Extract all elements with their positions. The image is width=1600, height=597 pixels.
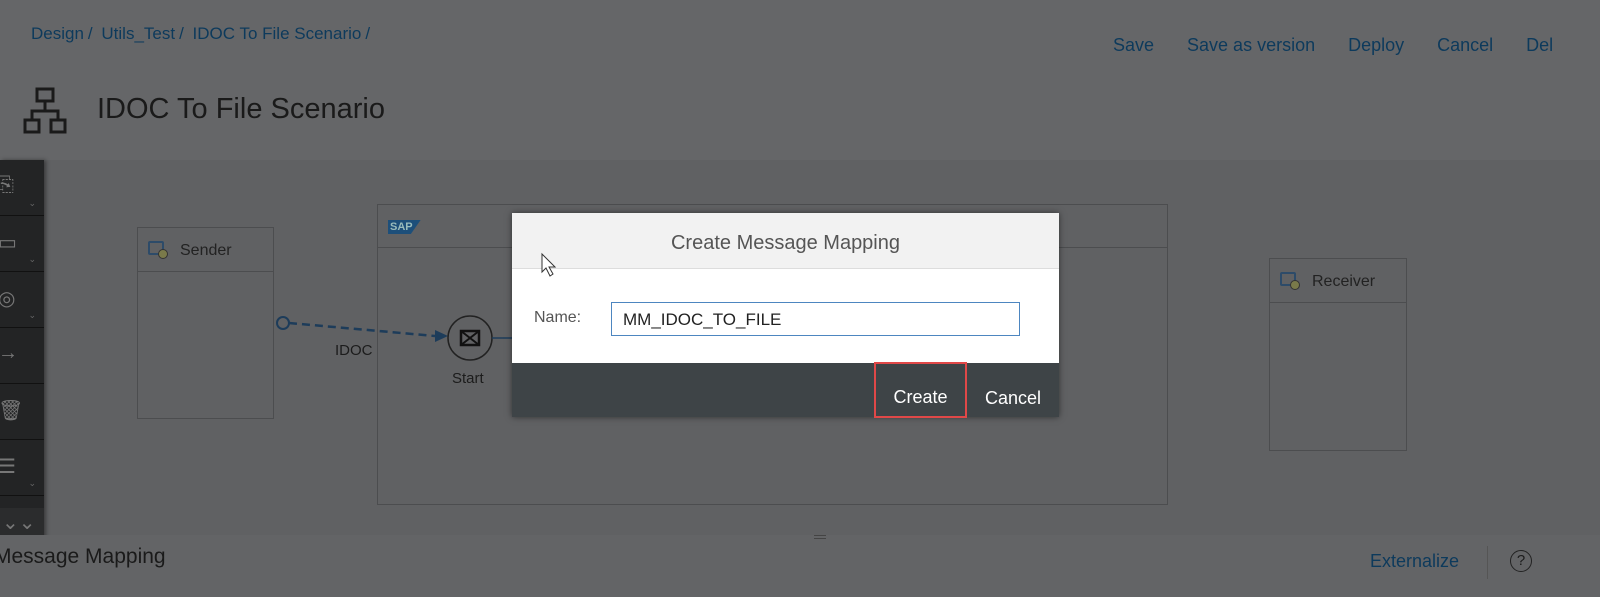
dialog-title: Create Message Mapping — [512, 213, 1059, 269]
participant-add-icon: ⎘ — [0, 174, 14, 196]
page-title: IDOC To File Scenario — [97, 93, 385, 125]
dialog-footer: Create Cancel — [512, 362, 1059, 418]
palette-participants[interactable]: ⎘ ⌄ — [0, 160, 44, 216]
help-icon[interactable]: ? — [1510, 550, 1532, 572]
menu-icon: ☰ — [0, 456, 16, 478]
name-label: Name: — [534, 309, 582, 326]
sap-logo: SAP — [388, 220, 421, 234]
properties-panel: Message Mapping Externalize ? — [0, 535, 1600, 597]
breadcrumb: Design / Utils_Test / IDOC To File Scenari… — [31, 24, 371, 43]
double-chevron-down-icon: ⌄⌄ — [2, 512, 36, 534]
divider — [1487, 546, 1488, 579]
cancel-button[interactable]: Cancel — [1437, 35, 1493, 56]
name-input[interactable]: MM_IDOC_TO_FILE — [611, 302, 1020, 336]
chevron-down-icon: ⌄ — [28, 478, 36, 488]
externalize-button[interactable]: Externalize — [1370, 551, 1459, 572]
integration-flow-icon — [23, 87, 67, 134]
trash-icon: 🗑 — [0, 400, 24, 422]
palette-connector[interactable]: → — [0, 328, 44, 384]
save-as-version-button[interactable]: Save as version — [1187, 35, 1315, 56]
palette-events[interactable]: ◎ ⌄ — [0, 272, 44, 328]
sender-label: Sender — [180, 242, 232, 259]
connection-label: IDOC — [335, 342, 373, 359]
palette-toolbar: ⎘ ⌄ ▭ ⌄ ◎ ⌄ → 🗑 ☰ ⌄ ⌄⌄ — [0, 160, 44, 540]
chevron-down-icon: ⌄ — [28, 254, 36, 264]
resize-handle[interactable] — [814, 535, 826, 539]
receiver-node[interactable]: Receiver — [1269, 258, 1407, 451]
sender-node[interactable]: Sender — [137, 227, 274, 419]
palette-process[interactable]: ▭ ⌄ — [0, 216, 44, 272]
window-icon: ▭ — [0, 232, 17, 254]
delete-button[interactable]: Del — [1526, 35, 1553, 56]
header-actions: Save Save as version Deploy Cancel Del — [1113, 35, 1553, 56]
start-event-label: Start — [452, 370, 484, 387]
palette-menu[interactable]: ☰ ⌄ — [0, 440, 44, 496]
deploy-button[interactable]: Deploy — [1348, 35, 1404, 56]
breadcrumb-design[interactable]: Design — [31, 24, 84, 43]
target-icon: ◎ — [0, 288, 16, 310]
panel-title: Message Mapping — [0, 545, 166, 568]
connection-arrow[interactable] — [270, 310, 530, 390]
create-message-mapping-dialog: Create Message Mapping Name: MM_IDOC_TO_… — [512, 213, 1059, 418]
breadcrumb-utils-test[interactable]: Utils_Test — [101, 24, 175, 43]
system-icon — [148, 241, 168, 259]
mouse-cursor-icon — [541, 252, 557, 277]
save-button[interactable]: Save — [1113, 35, 1154, 56]
palette-delete[interactable]: 🗑 — [0, 384, 44, 440]
receiver-label: Receiver — [1312, 273, 1376, 290]
dialog-cancel-button[interactable]: Cancel — [978, 363, 1048, 417]
breadcrumb-scenario[interactable]: IDOC To File Scenario — [193, 24, 362, 43]
chevron-down-icon: ⌄ — [28, 198, 36, 208]
create-button[interactable]: Create — [874, 362, 967, 418]
system-icon — [1280, 272, 1300, 290]
arrow-right-icon: → — [0, 342, 18, 364]
chevron-down-icon: ⌄ — [28, 310, 36, 320]
